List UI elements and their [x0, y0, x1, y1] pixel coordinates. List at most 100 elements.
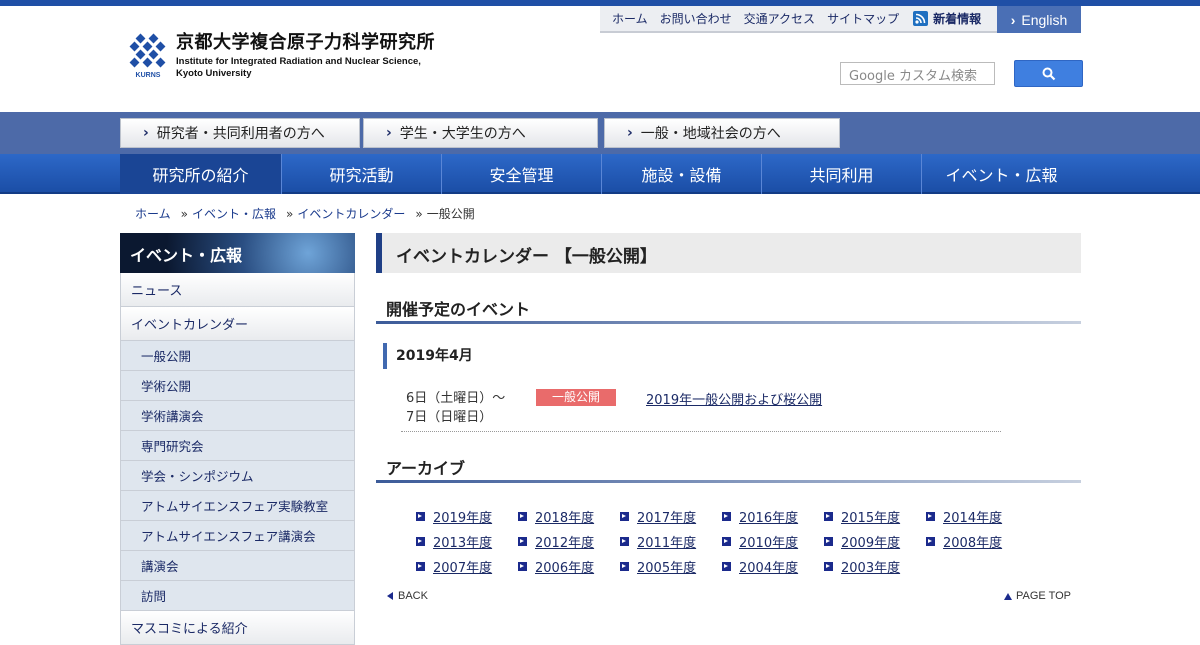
- event-date-start: 6日（土曜日）〜: [406, 391, 506, 406]
- sidebar-item-media[interactable]: マスコミによる紹介: [120, 611, 355, 645]
- sidebar-item-academic-open[interactable]: 学術公開: [120, 371, 355, 401]
- archive-year-link[interactable]: 2017年度: [620, 507, 696, 526]
- archive-year-link[interactable]: 2008年度: [926, 532, 1002, 551]
- bullet-arrow-icon: [926, 512, 935, 521]
- archive-heading: アーカイブ: [376, 455, 1081, 483]
- audience-label: 研究者・共同利用者の方へ: [156, 126, 325, 142]
- sidebar-item-academic-lecture[interactable]: 学術講演会: [120, 401, 355, 431]
- archive-year-link[interactable]: 2011年度: [620, 532, 696, 551]
- archive-year-link[interactable]: 2006年度: [518, 557, 594, 576]
- breadcrumb: ホーム» イベント・広報» イベントカレンダー» 一般公開: [135, 205, 475, 222]
- breadcrumb-separator: »: [180, 207, 188, 221]
- archive-year-link[interactable]: 2012年度: [518, 532, 594, 551]
- archive-year-label: 2015年度: [841, 511, 901, 526]
- bullet-arrow-icon: [722, 512, 731, 521]
- bullet-arrow-icon: [620, 562, 629, 571]
- logo-title-en-2: Kyoto University: [176, 68, 252, 79]
- archive-year-link[interactable]: 2010年度: [722, 532, 798, 551]
- bullet-arrow-icon: [518, 562, 527, 571]
- page-title: イベントカレンダー 【一般公開】: [376, 233, 1081, 273]
- sidebar-item-open-house[interactable]: 一般公開: [120, 341, 355, 371]
- rss-label: 新着情報: [933, 12, 982, 26]
- archive-year-link[interactable]: 2003年度: [824, 557, 900, 576]
- event-title-link[interactable]: 2019年一般公開および桜公開: [646, 389, 822, 408]
- bullet-arrow-icon: [416, 537, 425, 546]
- archive-year-link[interactable]: 2016年度: [722, 507, 798, 526]
- archive-year-label: 2018年度: [535, 511, 595, 526]
- english-label: English: [1021, 11, 1068, 28]
- sidebar-item-symposium[interactable]: 学会・シンポジウム: [120, 461, 355, 491]
- sidebar-item-visit[interactable]: 訪問: [120, 581, 355, 611]
- archive-year-label: 2013年度: [433, 536, 493, 551]
- archive-year-label: 2010年度: [739, 536, 799, 551]
- breadcrumb-home[interactable]: ホーム: [135, 207, 171, 221]
- chevron-right-icon: ›: [386, 125, 392, 141]
- bullet-arrow-icon: [518, 537, 527, 546]
- archive-year-label: 2007年度: [433, 561, 493, 576]
- chevron-right-icon: ›: [143, 125, 149, 141]
- nav-facilities[interactable]: 施設・設備: [601, 154, 761, 194]
- page-top-label: PAGE TOP: [1016, 590, 1072, 602]
- sidebar-item-atom-lab[interactable]: アトムサイエンスフェア実験教室: [120, 491, 355, 521]
- archive-year-link[interactable]: 2018年度: [518, 507, 594, 526]
- util-link-access[interactable]: 交通アクセス: [744, 10, 815, 27]
- nav-joint-use[interactable]: 共同利用: [761, 154, 921, 194]
- event-category-badge: 一般公開: [536, 389, 616, 406]
- archive-year-link[interactable]: 2004年度: [722, 557, 798, 576]
- audience-public-button[interactable]: › 一般・地域社会の方へ: [604, 118, 840, 148]
- util-link-contact[interactable]: お問い合わせ: [660, 10, 732, 27]
- sidebar-item-workshop[interactable]: 専門研究会: [120, 431, 355, 461]
- logo-title-ja: 京都大学複合原子力科学研究所: [176, 32, 435, 53]
- archive-year-link[interactable]: 2009年度: [824, 532, 900, 551]
- archive-year-label: 2009年度: [841, 536, 901, 551]
- breadcrumb-calendar[interactable]: イベントカレンダー: [297, 207, 405, 221]
- site-logo[interactable]: KURNS 京都大学複合原子力科学研究所 Institute for Integ…: [128, 33, 435, 80]
- divider: [401, 431, 1001, 432]
- chevron-right-icon: ›: [1010, 11, 1016, 28]
- english-button[interactable]: › English: [997, 6, 1081, 33]
- search-icon: [1042, 67, 1055, 80]
- archive-year-label: 2008年度: [943, 536, 1003, 551]
- rss-icon: [913, 11, 929, 26]
- archive-year-link[interactable]: 2013年度: [416, 532, 492, 551]
- triangle-up-icon: [1004, 592, 1012, 600]
- bullet-arrow-icon: [416, 562, 425, 571]
- util-link-sitemap[interactable]: サイトマップ: [827, 10, 899, 27]
- chevron-right-icon: ›: [627, 125, 633, 141]
- nav-safety[interactable]: 安全管理: [441, 154, 601, 194]
- archive-year-label: 2019年度: [433, 511, 493, 526]
- event-date-end: 7日（日曜日）: [406, 410, 493, 425]
- archive-year-label: 2011年度: [637, 536, 697, 551]
- breadcrumb-separator: »: [415, 207, 423, 221]
- archive-year-link[interactable]: 2014年度: [926, 507, 1002, 526]
- search-button[interactable]: [1014, 60, 1083, 87]
- archive-year-link[interactable]: 2019年度: [416, 507, 492, 526]
- bullet-arrow-icon: [722, 537, 731, 546]
- util-link-home[interactable]: ホーム: [612, 10, 648, 27]
- archive-year-label: 2006年度: [535, 561, 595, 576]
- breadcrumb-events[interactable]: イベント・広報: [192, 207, 276, 221]
- nav-events[interactable]: イベント・広報: [921, 154, 1081, 194]
- bullet-arrow-icon: [824, 512, 833, 521]
- sidebar-item-calendar[interactable]: イベントカレンダー: [120, 307, 355, 341]
- archive-year-link[interactable]: 2015年度: [824, 507, 900, 526]
- rss-link[interactable]: 新着情報: [913, 10, 981, 27]
- bullet-arrow-icon: [722, 562, 731, 571]
- nav-about[interactable]: 研究所の紹介: [120, 154, 281, 194]
- audience-students-button[interactable]: › 学生・大学生の方へ: [363, 118, 598, 148]
- logo-mark-text: KURNS: [136, 72, 161, 79]
- archive-year-label: 2014年度: [943, 511, 1003, 526]
- search-input[interactable]: Google カスタム検索: [840, 62, 995, 85]
- sidebar-item-atom-lecture[interactable]: アトムサイエンスフェア講演会: [120, 521, 355, 551]
- sidebar-item-lecture[interactable]: 講演会: [120, 551, 355, 581]
- archive-year-label: 2003年度: [841, 561, 901, 576]
- page-top-link[interactable]: PAGE TOP: [1004, 590, 1071, 602]
- sidebar-item-news[interactable]: ニュース: [120, 273, 355, 307]
- nav-research[interactable]: 研究活動: [281, 154, 441, 194]
- archive-year-link[interactable]: 2007年度: [416, 557, 492, 576]
- archive-year-label: 2012年度: [535, 536, 595, 551]
- audience-researchers-button[interactable]: › 研究者・共同利用者の方へ: [120, 118, 360, 148]
- triangle-left-icon: [387, 592, 393, 600]
- archive-year-link[interactable]: 2005年度: [620, 557, 696, 576]
- back-link[interactable]: BACK: [387, 590, 428, 602]
